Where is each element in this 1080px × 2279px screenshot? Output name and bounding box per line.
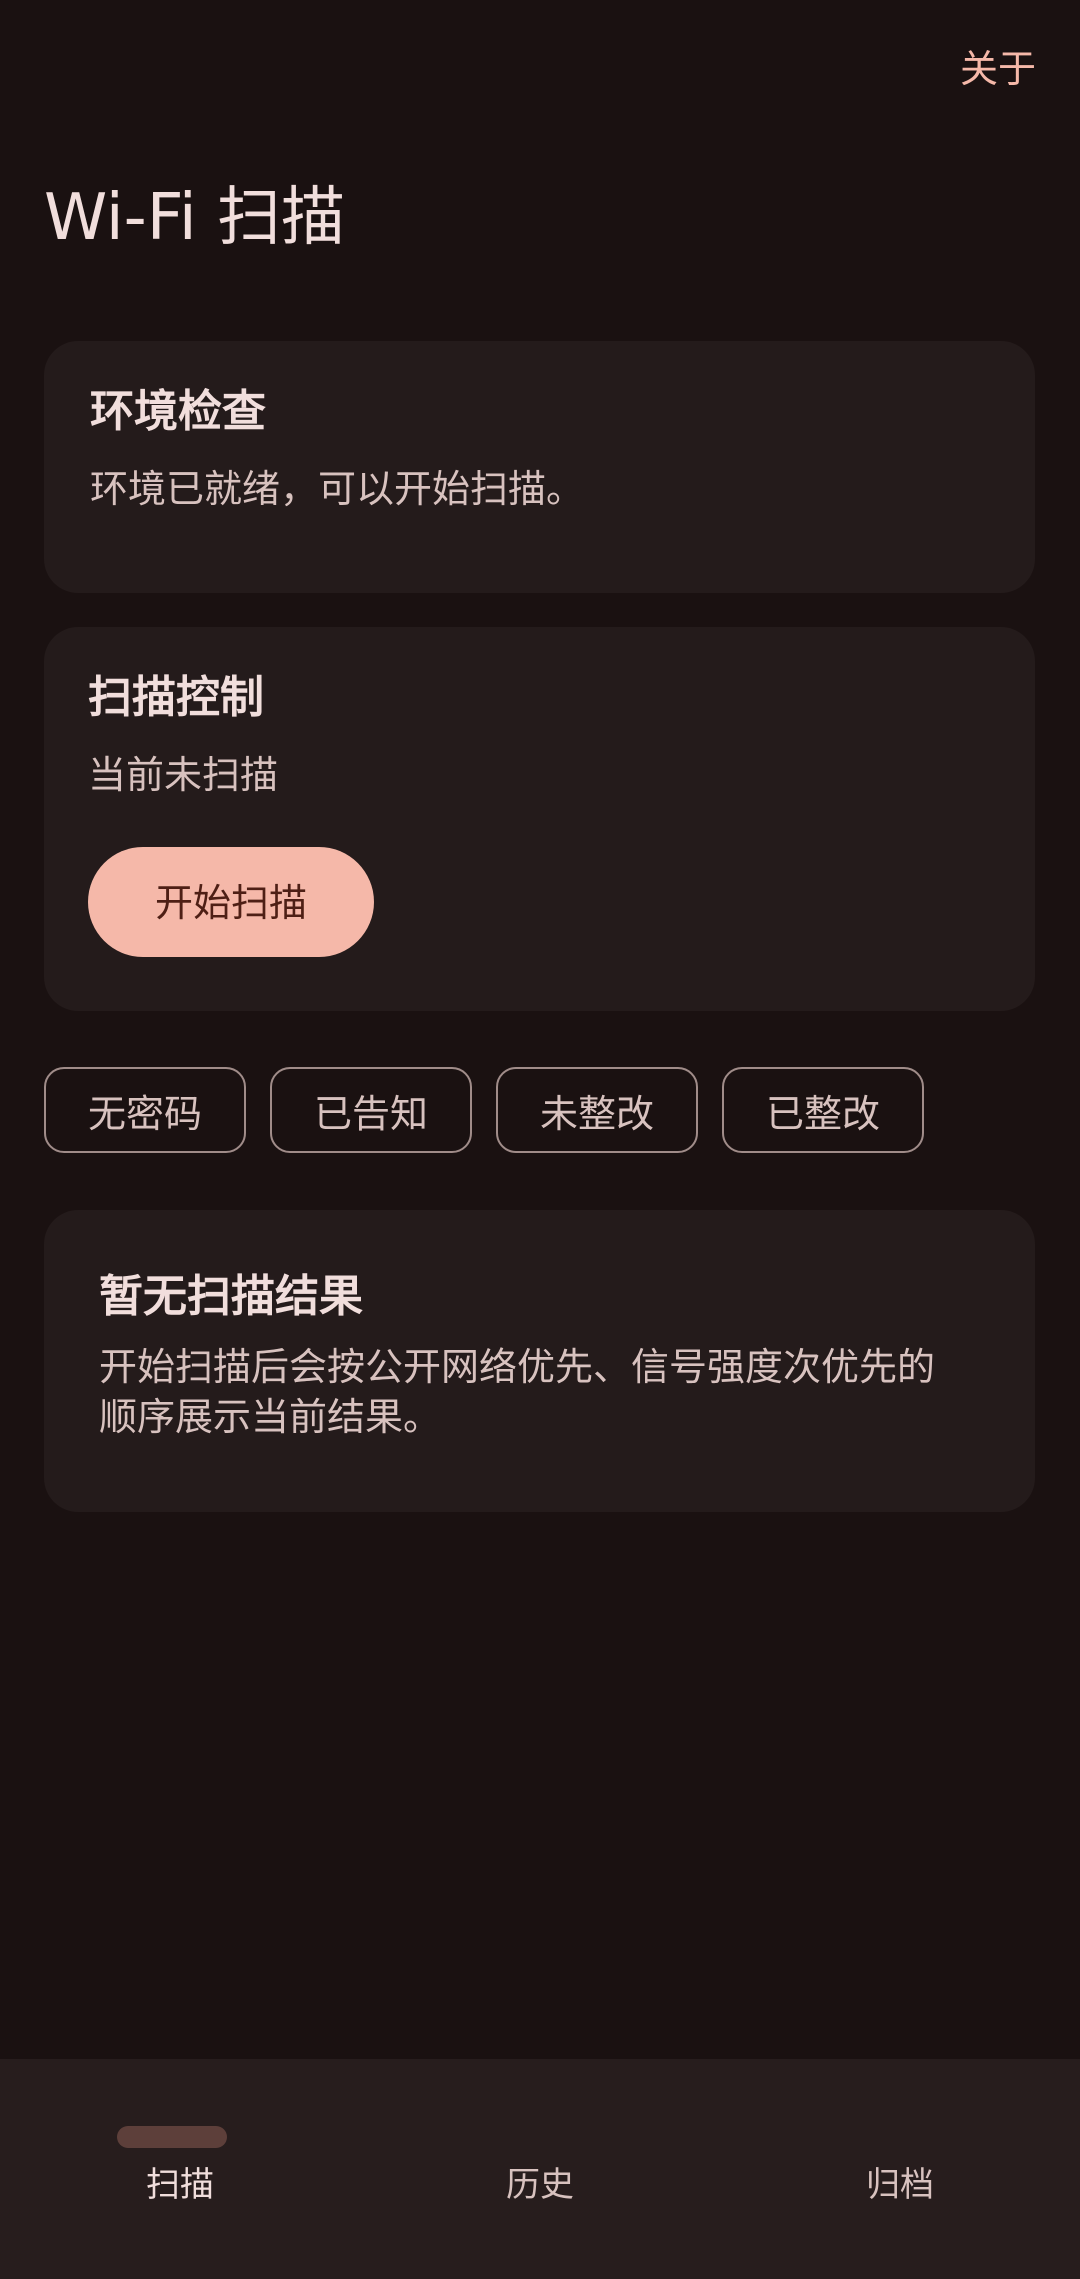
nav-item-archive[interactable]: 归档 <box>720 2059 1080 2279</box>
nav-item-scan[interactable]: 扫描 <box>0 2059 360 2279</box>
empty-results-description-line-1: 开始扫描后会按公开网络优先、信号强度次优先的 <box>99 1345 936 1389</box>
nav-label-scan: 扫描 <box>146 2165 214 2205</box>
scan-status-text: 当前未扫描 <box>88 753 279 797</box>
about-link[interactable]: 关于 <box>960 38 1036 93</box>
bottom-navigation: 扫描 历史 归档 <box>0 2059 1080 2279</box>
scan-results-card: 暂无扫描结果 开始扫描后会按公开网络优先、信号强度次优先的 顺序展示当前结果。 <box>44 1210 1035 1512</box>
active-indicator <box>117 2126 227 2148</box>
filter-chip-no-password[interactable]: 无密码 <box>44 1067 246 1153</box>
filter-chip-not-fixed[interactable]: 未整改 <box>496 1067 698 1153</box>
environment-check-card: 环境检查 环境已就绪，可以开始扫描。 <box>44 341 1035 593</box>
empty-results-description: 开始扫描后会按公开网络优先、信号强度次优先的 顺序展示当前结果。 <box>99 1342 980 1442</box>
environment-check-title: 环境检查 <box>90 386 266 437</box>
empty-results-title: 暂无扫描结果 <box>99 1271 363 1322</box>
scan-control-title: 扫描控制 <box>88 672 264 723</box>
empty-results-description-line-2: 顺序展示当前结果。 <box>99 1395 442 1439</box>
nav-label-history: 历史 <box>506 2165 574 2205</box>
nav-item-history[interactable]: 历史 <box>360 2059 720 2279</box>
filter-chip-notified[interactable]: 已告知 <box>270 1067 472 1153</box>
environment-check-status: 环境已就绪，可以开始扫描。 <box>90 467 585 511</box>
filter-chips: 无密码 已告知 未整改 已整改 <box>44 1067 924 1153</box>
page-title: Wi-Fi 扫描 <box>44 181 346 255</box>
scan-control-card: 扫描控制 当前未扫描 开始扫描 <box>44 627 1035 1011</box>
start-scan-button[interactable]: 开始扫描 <box>88 847 374 957</box>
filter-chip-fixed[interactable]: 已整改 <box>722 1067 924 1153</box>
nav-label-archive: 归档 <box>866 2165 934 2205</box>
